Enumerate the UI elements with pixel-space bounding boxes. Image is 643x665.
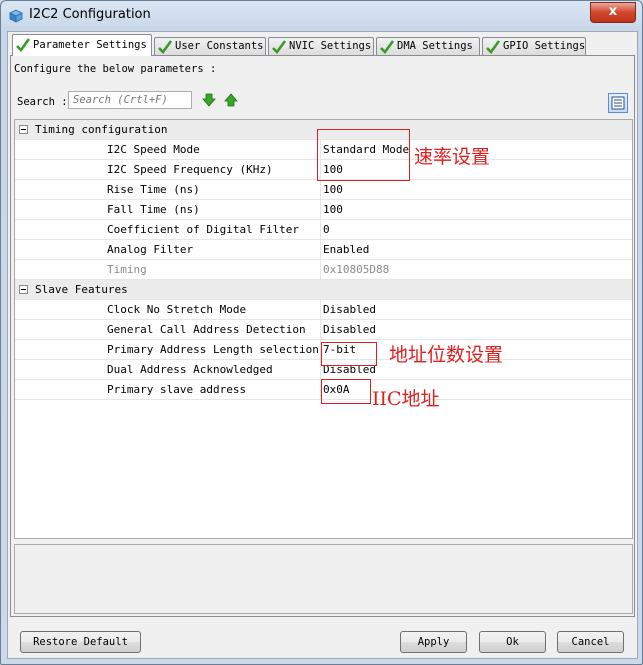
property-value[interactable]: Disabled <box>323 303 376 316</box>
property-row-readonly: Timing 0x10805D88 <box>15 260 632 280</box>
restore-default-button[interactable]: Restore Default <box>20 631 141 653</box>
property-row[interactable]: Clock No Stretch Mode Disabled <box>15 300 632 320</box>
collapse-icon[interactable] <box>19 125 28 134</box>
list-icon <box>611 96 625 110</box>
app-cube-icon <box>9 9 23 23</box>
tab-gpio-settings[interactable]: GPIO Settings <box>482 37 586 55</box>
property-name: I2C Speed Frequency (KHz) <box>107 163 273 176</box>
category-label: Timing configuration <box>35 123 168 136</box>
annotation-speed: 速率设置 <box>414 146 491 168</box>
property-name: Timing <box>107 263 147 276</box>
property-row[interactable]: Rise Time (ns) 100 <box>15 180 632 200</box>
annotation-box-speed <box>317 129 410 181</box>
property-grid: Timing configuration I2C Speed Mode Stan… <box>14 119 633 539</box>
close-button[interactable]: x <box>590 2 636 23</box>
property-name: Clock No Stretch Mode <box>107 303 247 316</box>
category-label: Slave Features <box>35 283 128 296</box>
title-bar[interactable]: I2C2 Configuration x <box>1 1 642 31</box>
check-icon <box>16 38 31 52</box>
property-value[interactable]: Enabled <box>323 243 369 256</box>
category-slave-features[interactable]: Slave Features <box>15 280 632 300</box>
tab-label: Parameter Settings <box>33 39 147 51</box>
search-input[interactable] <box>68 91 192 109</box>
arrow-up-icon[interactable] <box>224 93 238 107</box>
tab-parameter-settings[interactable]: Parameter Settings <box>12 34 152 56</box>
description-box <box>14 544 633 614</box>
property-row[interactable]: General Call Address Detection Disabled <box>15 320 632 340</box>
property-name: I2C Speed Mode <box>107 143 200 156</box>
tab-dma-settings[interactable]: DMA Settings <box>376 37 480 55</box>
window-title: I2C2 Configuration <box>29 7 151 22</box>
property-name: Dual Address Acknowledged <box>107 363 273 376</box>
tab-user-constants[interactable]: User Constants <box>154 37 266 55</box>
property-value: 0x10805D88 <box>323 263 390 276</box>
annotation-box-address-length <box>321 342 377 366</box>
annotation-address-length: 地址位数设置 <box>389 344 504 366</box>
tab-label: DMA Settings <box>397 40 473 52</box>
annotation-iic-address: IIC地址 <box>372 388 440 410</box>
property-name: Primary Address Length selection <box>107 343 319 356</box>
tab-label: GPIO Settings <box>503 40 586 52</box>
configuration-window: I2C2 Configuration x Parameter Settings … <box>0 0 643 665</box>
property-value[interactable]: 100 <box>323 183 343 196</box>
cancel-button[interactable]: Cancel <box>557 631 624 653</box>
check-icon <box>158 40 173 54</box>
dialog-body: Parameter Settings User Constants NVIC S… <box>7 31 638 659</box>
property-name: Coefficient of Digital Filter <box>107 223 300 236</box>
property-name: General Call Address Detection <box>107 323 306 336</box>
property-name: Fall Time (ns) <box>107 203 200 216</box>
property-value[interactable]: Disabled <box>323 323 376 336</box>
annotation-box-iic-address <box>321 379 371 404</box>
check-icon <box>272 40 287 54</box>
check-icon <box>380 40 395 54</box>
arrow-down-icon[interactable] <box>202 93 216 107</box>
property-row[interactable]: Analog Filter Enabled <box>15 240 632 260</box>
property-row[interactable]: Fall Time (ns) 100 <box>15 200 632 220</box>
property-value[interactable]: 100 <box>323 203 343 216</box>
tab-label: NVIC Settings <box>289 40 372 52</box>
apply-button[interactable]: Apply <box>400 631 467 653</box>
tab-label: User Constants <box>175 40 264 52</box>
property-name: Analog Filter <box>107 243 194 256</box>
collapse-icon[interactable] <box>19 285 28 294</box>
property-name: Primary slave address <box>107 383 247 396</box>
ok-button[interactable]: Ok <box>479 631 546 653</box>
tab-nvic-settings[interactable]: NVIC Settings <box>268 37 374 55</box>
list-view-toggle-button[interactable] <box>608 93 628 113</box>
check-icon <box>486 40 501 54</box>
parameter-settings-panel: Configure the below parameters : Search … <box>10 55 635 617</box>
search-label: Search : <box>17 96 68 108</box>
property-row[interactable]: Coefficient of Digital Filter 0 <box>15 220 632 240</box>
property-name: Rise Time (ns) <box>107 183 200 196</box>
property-value[interactable]: 0 <box>323 223 330 236</box>
configure-label: Configure the below parameters : <box>14 63 217 75</box>
